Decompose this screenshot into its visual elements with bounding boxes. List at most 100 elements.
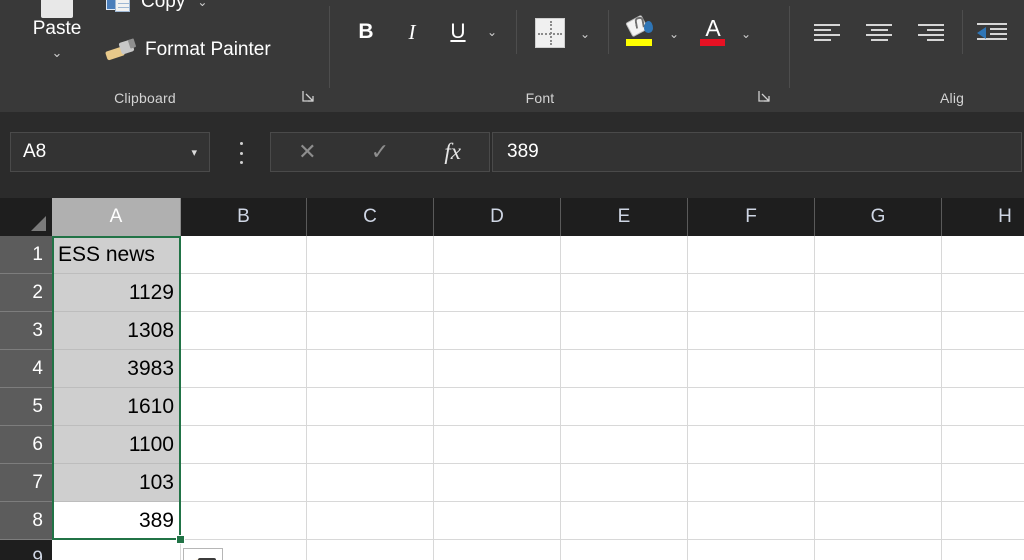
row-header-5[interactable]: 5 <box>0 388 52 426</box>
cell-A5[interactable]: 1610 <box>52 388 181 426</box>
cell-E3[interactable] <box>561 312 688 350</box>
cancel-formula-button[interactable]: ✕ <box>271 133 344 171</box>
row-header-8[interactable]: 8 <box>0 502 52 540</box>
fill-color-button[interactable] <box>624 14 656 49</box>
cell-E6[interactable] <box>561 426 688 464</box>
cell-E2[interactable] <box>561 274 688 312</box>
cell-C8[interactable] <box>307 502 434 540</box>
column-header-F[interactable]: F <box>688 198 815 236</box>
cell-C3[interactable] <box>307 312 434 350</box>
copy-button[interactable]: Copy ⌄ <box>106 0 207 16</box>
cell-D5[interactable] <box>434 388 561 426</box>
cell-A3[interactable]: 1308 <box>52 312 181 350</box>
row-header-3[interactable]: 3 <box>0 312 52 350</box>
row-header-2[interactable]: 2 <box>0 274 52 312</box>
select-all-corner[interactable] <box>0 198 52 236</box>
cell-F2[interactable] <box>688 274 815 312</box>
fill-handle[interactable] <box>176 535 185 544</box>
cell-F7[interactable] <box>688 464 815 502</box>
cell-A9[interactable] <box>52 540 181 560</box>
cell-C7[interactable] <box>307 464 434 502</box>
cell-E5[interactable] <box>561 388 688 426</box>
chevron-down-icon[interactable]: ⌄ <box>197 0 207 9</box>
underline-chevron-down-icon[interactable]: ⌄ <box>482 20 502 44</box>
chevron-down-icon[interactable]: ▾ <box>191 146 197 159</box>
column-header-E[interactable]: E <box>561 198 688 236</box>
cell-A8[interactable]: 389 <box>52 502 181 540</box>
more-options-icon[interactable] <box>232 142 250 164</box>
align-right-button[interactable] <box>916 18 946 48</box>
fill-color-chevron-down-icon[interactable]: ⌄ <box>664 22 684 46</box>
cell-E8[interactable] <box>561 502 688 540</box>
cell-C6[interactable] <box>307 426 434 464</box>
cell-H6[interactable] <box>942 426 1024 464</box>
cell-H3[interactable] <box>942 312 1024 350</box>
clipboard-dialog-launcher-icon[interactable] <box>302 90 316 104</box>
cell-F5[interactable] <box>688 388 815 426</box>
cell-B8[interactable] <box>181 502 307 540</box>
cell-A4[interactable]: 3983 <box>52 350 181 388</box>
column-header-A[interactable]: A <box>52 198 181 236</box>
cell-C9[interactable] <box>307 540 434 560</box>
cell-D3[interactable] <box>434 312 561 350</box>
cell-B1[interactable] <box>181 236 307 274</box>
cell-B6[interactable] <box>181 426 307 464</box>
enter-formula-button[interactable]: ✓ <box>344 133 417 171</box>
cell-G1[interactable] <box>815 236 942 274</box>
column-header-B[interactable]: B <box>181 198 307 236</box>
paste-button[interactable]: Paste ⌄ <box>14 0 100 60</box>
format-painter-button[interactable]: Format Painter <box>105 36 271 64</box>
formula-input[interactable]: 389 <box>492 132 1022 172</box>
decrease-indent-button[interactable] <box>976 18 1008 48</box>
font-color-button[interactable]: A <box>698 16 728 49</box>
cell-D1[interactable] <box>434 236 561 274</box>
row-header-9[interactable]: 9 <box>0 540 52 560</box>
cell-D4[interactable] <box>434 350 561 388</box>
cell-A6[interactable]: 1100 <box>52 426 181 464</box>
cell-D8[interactable] <box>434 502 561 540</box>
cell-G7[interactable] <box>815 464 942 502</box>
cell-G8[interactable] <box>815 502 942 540</box>
cell-B3[interactable] <box>181 312 307 350</box>
borders-button[interactable] <box>534 17 566 49</box>
borders-chevron-down-icon[interactable]: ⌄ <box>575 22 595 46</box>
cell-B4[interactable] <box>181 350 307 388</box>
align-left-button[interactable] <box>812 18 842 48</box>
cell-B5[interactable] <box>181 388 307 426</box>
cell-H7[interactable] <box>942 464 1024 502</box>
cell-D6[interactable] <box>434 426 561 464</box>
cell-C1[interactable] <box>307 236 434 274</box>
cell-G9[interactable] <box>815 540 942 560</box>
cell-F8[interactable] <box>688 502 815 540</box>
cell-A2[interactable]: 1129 <box>52 274 181 312</box>
column-header-H[interactable]: H <box>942 198 1024 236</box>
cell-D2[interactable] <box>434 274 561 312</box>
row-header-7[interactable]: 7 <box>0 464 52 502</box>
cell-B2[interactable] <box>181 274 307 312</box>
cell-H8[interactable] <box>942 502 1024 540</box>
cell-E1[interactable] <box>561 236 688 274</box>
paste-options-button[interactable] <box>183 548 223 560</box>
underline-button[interactable]: U <box>442 14 474 50</box>
cell-H4[interactable] <box>942 350 1024 388</box>
cell-G5[interactable] <box>815 388 942 426</box>
cell-C4[interactable] <box>307 350 434 388</box>
name-box[interactable]: A8 ▾ <box>10 132 210 172</box>
column-header-G[interactable]: G <box>815 198 942 236</box>
row-header-1[interactable]: 1 <box>0 236 52 274</box>
cell-E7[interactable] <box>561 464 688 502</box>
font-color-chevron-down-icon[interactable]: ⌄ <box>736 22 756 46</box>
cell-F4[interactable] <box>688 350 815 388</box>
cell-D7[interactable] <box>434 464 561 502</box>
cell-H9[interactable] <box>942 540 1024 560</box>
column-header-C[interactable]: C <box>307 198 434 236</box>
font-dialog-launcher-icon[interactable] <box>758 90 772 104</box>
cell-A1[interactable]: ESS news <box>52 236 181 274</box>
cell-C5[interactable] <box>307 388 434 426</box>
cell-E4[interactable] <box>561 350 688 388</box>
cell-G3[interactable] <box>815 312 942 350</box>
chevron-down-icon[interactable]: ⌄ <box>52 46 63 60</box>
cell-B7[interactable] <box>181 464 307 502</box>
cell-F1[interactable] <box>688 236 815 274</box>
cell-H2[interactable] <box>942 274 1024 312</box>
